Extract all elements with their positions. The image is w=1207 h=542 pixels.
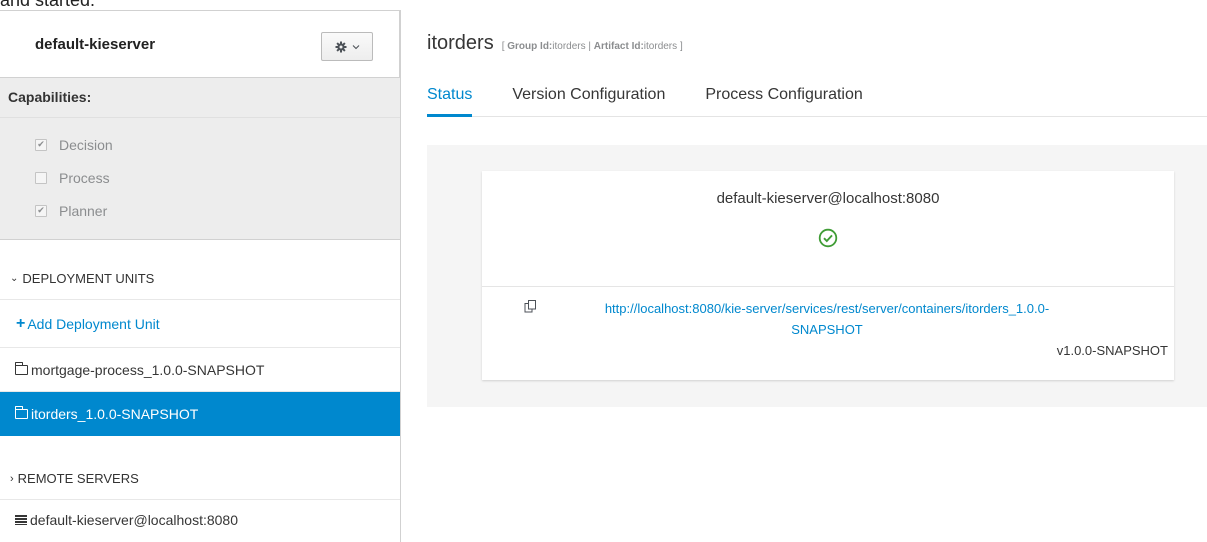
status-panel: default-kieserver@localhost:8080 http://… (427, 145, 1207, 407)
container-title: itorders (427, 32, 494, 54)
capability-label: Planner (59, 202, 108, 219)
capability-process: Process (0, 161, 400, 194)
url-line-1: http://localhost:8080/kie-server/service… (604, 301, 1050, 316)
deployment-unit-label: mortgage-process_1.0.0-SNAPSHOT (31, 361, 265, 378)
card-server-name: default-kieserver@localhost:8080 (716, 190, 940, 207)
container-details: itorders [ Group Id:itorders | Artifact … (402, 10, 1207, 542)
card-header: default-kieserver@localhost:8080 (482, 171, 1174, 287)
copy-icon[interactable] (524, 300, 537, 313)
server-name: default-kieserver (35, 35, 156, 53)
folder-icon (15, 361, 28, 375)
artifact-id: itorders (643, 41, 678, 52)
card-footer: http://localhost:8080/kie-server/service… (482, 287, 1174, 380)
tab-process-configuration[interactable]: Process Configuration (705, 74, 862, 116)
deployment-unit-label: itorders_1.0.0-SNAPSHOT (31, 406, 199, 422)
server-header: default-kieserver (0, 10, 400, 78)
remote-server-item[interactable]: default-kieserver@localhost:8080 (0, 500, 400, 540)
capability-decision: ✔ Decision (0, 128, 400, 161)
gear-icon (335, 41, 346, 52)
chevron-down-icon (352, 44, 359, 49)
server-icon (15, 515, 27, 525)
remote-servers-title: REMOTE SERVERS (17, 471, 139, 486)
container-coordinates: [ Group Id:itorders | Artifact Id:itorde… (501, 41, 683, 52)
sidebar: default-kieserver Capabilities: ✔ Decisi (0, 10, 401, 542)
add-deployment-unit-label: Add Deployment Unit (27, 315, 160, 332)
decision-checkbox: ✔ (35, 138, 47, 151)
deployment-unit-item-selected[interactable]: itorders_1.0.0-SNAPSHOT (0, 392, 400, 436)
deployment-units-title: DEPLOYMENT UNITS (22, 271, 155, 286)
capability-label: Decision (59, 136, 113, 153)
chevron-down-icon: ⌄ (10, 273, 19, 284)
container-version: v1.0.0-SNAPSHOT (1056, 343, 1168, 358)
add-deployment-unit-link[interactable]: + Add Deployment Unit (0, 300, 400, 348)
capability-planner: ✔ Planner (0, 194, 400, 227)
container-endpoint-link[interactable]: http://localhost:8080/kie-server/service… (537, 298, 1117, 340)
container-tabs: Status Version Configuration Process Con… (427, 74, 1207, 117)
remote-server-label: default-kieserver@localhost:8080 (30, 512, 238, 528)
top-text-fragment: and started. (0, 0, 96, 10)
chevron-right-icon: › (10, 472, 14, 485)
server-settings-button[interactable] (321, 32, 373, 61)
plus-icon: + (16, 314, 26, 332)
tab-version-configuration[interactable]: Version Configuration (512, 74, 665, 116)
process-checkbox (35, 171, 47, 184)
capability-label: Process (59, 169, 110, 186)
group-id: itorders (552, 41, 586, 52)
planner-checkbox: ✔ (35, 204, 47, 217)
check-circle-icon (818, 228, 838, 248)
url-line-2: SNAPSHOT (791, 322, 863, 337)
deployment-unit-item[interactable]: mortgage-process_1.0.0-SNAPSHOT (0, 348, 400, 392)
capabilities-panel: Capabilities: ✔ Decision Process ✔ Plann… (0, 78, 400, 240)
tab-status[interactable]: Status (427, 74, 473, 117)
deployment-units-header[interactable]: ⌄ DEPLOYMENT UNITS (0, 258, 400, 300)
capabilities-title: Capabilities: (0, 78, 400, 118)
folder-icon (15, 406, 28, 419)
container-header: itorders [ Group Id:itorders | Artifact … (427, 32, 683, 55)
remote-servers-header[interactable]: › REMOTE SERVERS (0, 458, 400, 500)
server-status-card: default-kieserver@localhost:8080 http://… (482, 171, 1174, 380)
